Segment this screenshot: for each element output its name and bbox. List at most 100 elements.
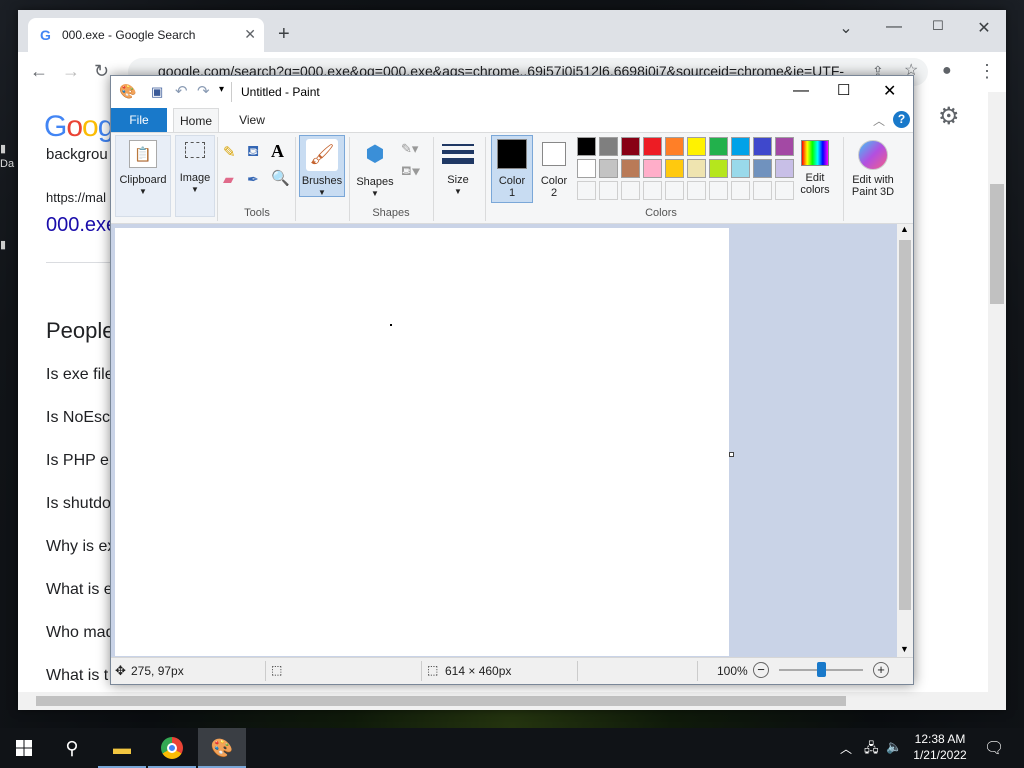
question-item[interactable]: Is shutdo xyxy=(46,495,111,513)
profile-avatar-icon[interactable]: ● xyxy=(942,62,952,80)
palette-color-swatch[interactable] xyxy=(753,137,772,156)
zoom-slider-thumb[interactable] xyxy=(817,662,826,677)
volume-muted-icon[interactable]: 🔈 xyxy=(886,739,902,755)
edit-with-paint3d-button[interactable]: Edit with Paint 3D xyxy=(847,135,899,203)
question-item[interactable]: Is NoEsc xyxy=(46,409,110,427)
palette-color-swatch[interactable] xyxy=(577,137,596,156)
canvas-resize-handle[interactable] xyxy=(729,452,734,457)
network-icon[interactable]: 🖧 xyxy=(864,739,879,761)
palette-color-swatch[interactable] xyxy=(577,159,596,178)
chrome-vertical-scrollbar[interactable] xyxy=(988,92,1006,700)
drawing-canvas[interactable] xyxy=(115,228,729,656)
paint-maximize-button[interactable]: ☐ xyxy=(837,81,850,99)
palette-custom-slot[interactable] xyxy=(643,181,662,200)
palette-custom-slot[interactable] xyxy=(709,181,728,200)
scroll-up-icon[interactable]: ▲ xyxy=(900,224,909,234)
scroll-down-icon[interactable]: ▼ xyxy=(900,644,909,654)
color-picker-icon[interactable]: ✒ xyxy=(247,171,259,188)
paint-taskbar-icon[interactable]: 🎨 xyxy=(198,728,246,768)
palette-color-swatch[interactable] xyxy=(599,137,618,156)
palette-color-swatch[interactable] xyxy=(643,159,662,178)
clipboard-button[interactable]: 📋 Clipboard ▼ xyxy=(115,135,171,217)
question-item[interactable]: Why is ex xyxy=(46,538,115,556)
magnifier-icon[interactable]: 🔍 xyxy=(271,169,290,187)
eraser-icon[interactable]: ▰ xyxy=(223,171,234,188)
palette-color-swatch[interactable] xyxy=(775,137,794,156)
chrome-maximize-button[interactable]: ☐ xyxy=(928,18,948,34)
palette-custom-slot[interactable] xyxy=(687,181,706,200)
size-button[interactable]: Size ▼ xyxy=(437,135,479,197)
tab-file[interactable]: File xyxy=(111,108,167,132)
zoom-in-icon[interactable]: + xyxy=(873,662,889,678)
question-item[interactable]: What is t xyxy=(46,667,108,685)
chrome-minimize-button[interactable]: — xyxy=(884,18,904,36)
new-tab-button[interactable]: + xyxy=(278,24,290,44)
desktop-icon[interactable]: ▮ xyxy=(0,142,18,156)
quick-access-dropdown-icon[interactable]: ▾ xyxy=(219,84,224,95)
chrome-tab[interactable]: G 000.exe - Google Search ✕ xyxy=(28,18,264,52)
palette-custom-slot[interactable] xyxy=(753,181,772,200)
palette-color-swatch[interactable] xyxy=(731,137,750,156)
desktop-icon[interactable]: ▮ xyxy=(0,238,18,252)
paint-close-button[interactable]: ✕ xyxy=(883,81,896,101)
undo-icon[interactable]: ↶ xyxy=(175,82,188,100)
help-icon[interactable]: ? xyxy=(893,111,910,128)
shapes-button[interactable]: ⬢ Shapes ▼ xyxy=(353,135,397,198)
fill-icon[interactable]: ⛾▾ xyxy=(401,163,420,181)
chrome-horizontal-scrollbar[interactable] xyxy=(18,692,1006,710)
palette-custom-slot[interactable] xyxy=(599,181,618,200)
chrome-menu-icon[interactable]: ⋮ xyxy=(978,62,996,80)
palette-color-swatch[interactable] xyxy=(599,159,618,178)
scrollbar-thumb[interactable] xyxy=(36,696,846,706)
color1-button[interactable]: Color 1 xyxy=(491,135,533,203)
palette-color-swatch[interactable] xyxy=(731,159,750,178)
system-clock[interactable]: 12:38 AM 1/21/2022 xyxy=(908,731,972,763)
palette-custom-slot[interactable] xyxy=(775,181,794,200)
palette-color-swatch[interactable] xyxy=(775,159,794,178)
forward-arrow-icon[interactable]: → xyxy=(62,62,80,80)
paint-app-icon[interactable]: 🎨 xyxy=(119,83,136,100)
tab-search-icon[interactable]: ⌄ xyxy=(836,18,856,38)
paint-minimize-button[interactable]: — xyxy=(793,82,809,100)
text-tool-icon[interactable]: A xyxy=(271,141,284,162)
question-item[interactable]: Is PHP e xyxy=(46,452,109,470)
search-icon[interactable]: ⚲ xyxy=(48,728,96,768)
palette-color-swatch[interactable] xyxy=(665,159,684,178)
palette-color-swatch[interactable] xyxy=(709,159,728,178)
tab-view[interactable]: View xyxy=(229,108,275,132)
scrollbar-thumb[interactable] xyxy=(899,240,911,610)
tab-close-icon[interactable]: ✕ xyxy=(244,26,256,43)
show-hidden-icons-chevron-icon[interactable]: ︿ xyxy=(840,740,852,757)
outline-icon[interactable]: ✎▾ xyxy=(401,141,418,157)
palette-color-swatch[interactable] xyxy=(643,137,662,156)
chrome-close-button[interactable]: ✕ xyxy=(974,18,994,38)
edit-colors-button[interactable]: Edit colors xyxy=(795,135,835,203)
brushes-button[interactable]: 🖌 Brushes ▼ xyxy=(299,135,345,197)
chrome-taskbar-icon[interactable] xyxy=(148,728,196,768)
palette-custom-slot[interactable] xyxy=(621,181,640,200)
question-item[interactable]: What is e xyxy=(46,581,113,599)
palette-color-swatch[interactable] xyxy=(709,137,728,156)
result-title-link[interactable]: 000.exe xyxy=(46,214,117,237)
pencil-icon[interactable]: ✎ xyxy=(223,143,236,161)
notifications-icon[interactable]: 🗨 xyxy=(984,738,1004,758)
redo-icon[interactable]: ↷ xyxy=(197,82,210,100)
zoom-out-icon[interactable]: − xyxy=(753,662,769,678)
file-explorer-icon[interactable]: ▬ xyxy=(98,728,146,768)
palette-custom-slot[interactable] xyxy=(577,181,596,200)
google-logo[interactable]: Goog xyxy=(44,110,114,144)
color2-button[interactable]: Color 2 xyxy=(535,135,573,203)
collapse-ribbon-icon[interactable]: ︿ xyxy=(873,112,885,129)
back-arrow-icon[interactable]: ← xyxy=(30,62,48,80)
question-item[interactable]: Who mad xyxy=(46,624,114,642)
palette-color-swatch[interactable] xyxy=(753,159,772,178)
palette-color-swatch[interactable] xyxy=(621,137,640,156)
save-icon[interactable]: ▣ xyxy=(151,84,163,100)
palette-custom-slot[interactable] xyxy=(731,181,750,200)
fill-bucket-icon[interactable]: ⛾ xyxy=(247,143,259,162)
palette-custom-slot[interactable] xyxy=(665,181,684,200)
palette-color-swatch[interactable] xyxy=(665,137,684,156)
start-button[interactable] xyxy=(0,728,48,768)
palette-color-swatch[interactable] xyxy=(621,159,640,178)
scrollbar-thumb[interactable] xyxy=(990,184,1004,304)
